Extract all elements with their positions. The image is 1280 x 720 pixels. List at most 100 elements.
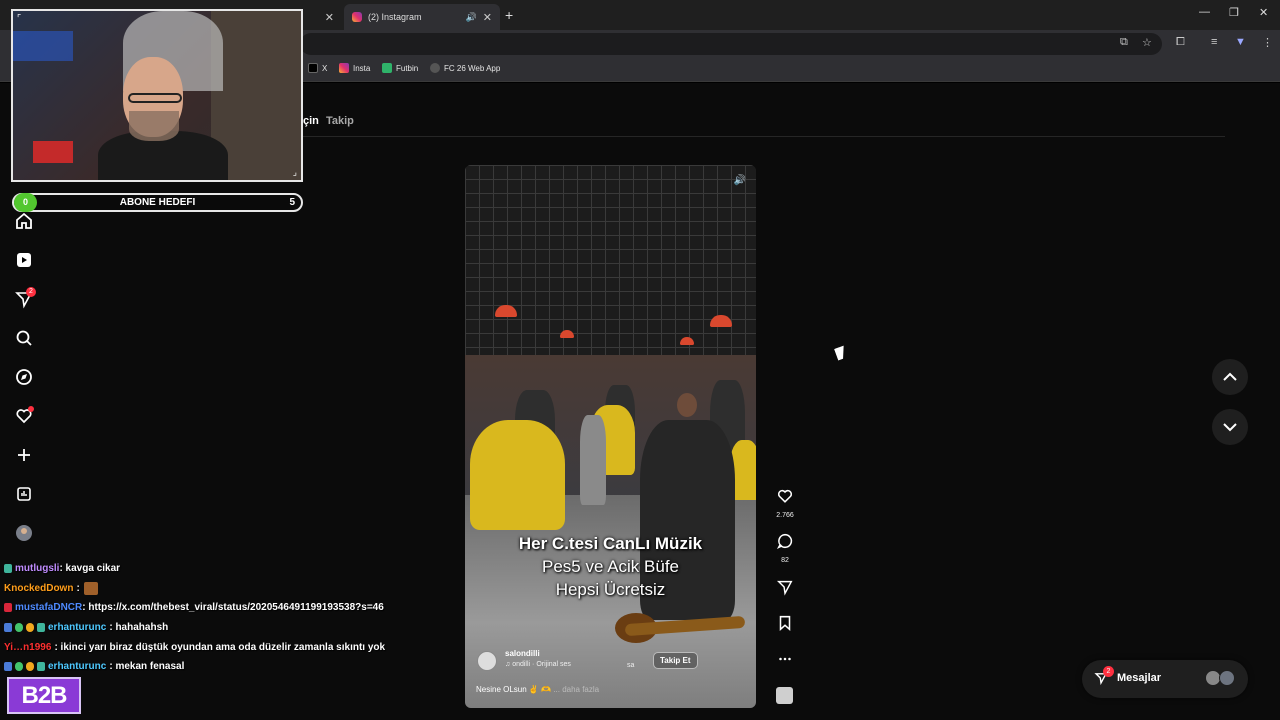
chat-message: mustafaDNCR : https://x.com/thebest_vira… — [4, 599, 384, 615]
bookmark-fc26[interactable]: FC 26 Web App — [430, 63, 500, 73]
chat-username: mutlugsli — [15, 562, 60, 574]
author-avatar[interactable] — [477, 651, 497, 671]
chevron-up-icon — [1223, 372, 1237, 381]
author-username[interactable]: salondilli — [505, 649, 540, 658]
more-link[interactable]: ... daha fazla — [553, 685, 599, 694]
video-lamp — [495, 305, 517, 317]
x-logo-icon — [308, 63, 318, 73]
bookmark-icon — [779, 615, 791, 632]
instagram-favicon-icon — [352, 12, 362, 22]
frame-corner-icon: ⌜ — [17, 13, 22, 23]
audio-track-scroll: sa — [627, 662, 635, 669]
minimize-icon[interactable]: — — [1199, 6, 1210, 18]
profile-avatar[interactable] — [14, 523, 34, 543]
more-options-button[interactable] — [772, 650, 798, 673]
menu-dots-icon[interactable]: ⋮ — [1262, 36, 1273, 49]
tab-for-you[interactable]: çin — [303, 115, 319, 127]
chat-text: : hahahahsh — [109, 621, 169, 633]
bookmark-label: Insta — [353, 63, 371, 73]
browser-tab-instagram[interactable]: (2) Instagram 🔊 ✕ — [344, 4, 500, 30]
close-tab-icon[interactable]: ✕ — [483, 11, 492, 24]
audio-track[interactable]: ♫ ondilli · Orijinal ses — [505, 661, 571, 668]
chat-text: : — [76, 582, 80, 594]
home-icon[interactable] — [14, 211, 34, 231]
previous-reel-button[interactable] — [1212, 359, 1248, 395]
comment-count: 82 — [781, 557, 789, 564]
video-musician-head — [677, 393, 697, 417]
comment-button[interactable]: 82 — [772, 532, 798, 564]
media-control-icon[interactable]: ≡ — [1211, 36, 1217, 48]
webcam-streamer-beard — [129, 111, 179, 141]
chat-username: Yi…n1996 — [4, 641, 52, 653]
webcam-streamer-glasses — [128, 93, 182, 103]
bookmark-label: FC 26 Web App — [444, 63, 501, 73]
chat-message: mutlugsli : kavga cikar — [4, 560, 120, 576]
like-count: 2.766 — [776, 512, 794, 519]
goal-target: 5 — [289, 197, 295, 208]
feed-tabs: çin Takip — [303, 115, 354, 127]
notifications-heart-icon[interactable] — [14, 406, 34, 426]
chat-text: : mekan fenasal — [109, 660, 185, 672]
heart-icon — [777, 489, 793, 503]
chat-badge-icon — [26, 622, 34, 632]
goal-label: ABONE HEDEFI — [119, 197, 196, 208]
messages-label: Mesajlar — [1117, 672, 1162, 684]
address-bar[interactable] — [300, 33, 1162, 55]
close-window-icon[interactable]: ✕ — [1259, 6, 1268, 19]
video-text-overlay: Her C.tesi CanLı Müzik Pes5 ve Acik Büfe… — [465, 532, 756, 601]
audio-thumbnail[interactable] — [776, 687, 793, 704]
new-tab-button[interactable]: + — [505, 7, 513, 23]
video-lamp — [560, 330, 574, 338]
tab-audio-icon[interactable]: 🔊 — [466, 12, 477, 23]
explore-icon[interactable] — [14, 367, 34, 387]
bookmark-x[interactable]: X — [308, 63, 327, 73]
streamer-webcam: ⌜ ⌟ — [11, 9, 303, 182]
share-button[interactable] — [772, 578, 798, 601]
tab-following[interactable]: Takip — [326, 115, 354, 127]
direct-messages-icon[interactable]: 2 — [14, 287, 36, 309]
close-tab-icon[interactable]: ✕ — [325, 11, 334, 24]
install-app-icon[interactable]: ⧉ — [1120, 36, 1128, 49]
dashboard-icon[interactable] — [14, 484, 34, 504]
chat-username: KnockedDown — [4, 582, 74, 594]
follow-button[interactable]: Takip Et — [653, 652, 698, 669]
profile-icon[interactable]: ▼ — [1235, 36, 1246, 48]
bookmark-insta[interactable]: Insta — [339, 63, 370, 73]
overlay-line-3: Hepsi Ücretsiz — [555, 580, 666, 599]
chat-username: erhanturunc — [48, 621, 107, 633]
chat-text: : kavga cikar — [59, 562, 121, 574]
chat-badge-icon — [15, 661, 23, 671]
chat-badge-icon — [4, 661, 12, 671]
chat-badge-icon — [4, 563, 12, 573]
reel-video[interactable]: Her C.tesi CanLı Müzik Pes5 ve Acik Büfe… — [465, 165, 756, 708]
like-button[interactable]: 2.766 — [772, 487, 798, 519]
comment-icon — [776, 533, 793, 549]
next-reel-button[interactable] — [1212, 409, 1248, 445]
chevron-down-icon — [1223, 423, 1237, 432]
extensions-icon[interactable]: ⧠ — [1176, 36, 1185, 49]
maximize-icon[interactable]: ❐ — [1229, 6, 1239, 19]
overlay-line-2: Pes5 ve Acik Büfe — [541, 557, 680, 576]
webcam-background-light — [13, 31, 73, 61]
reels-icon[interactable] — [14, 250, 34, 270]
reel-author: salondilli ♫ ondilli · Orijinal ses sa T… — [477, 649, 747, 679]
bookmark-label: X — [322, 63, 328, 73]
volume-icon[interactable]: 🔊 — [732, 175, 748, 191]
chat-username: erhanturunc — [48, 660, 107, 672]
chat-badge-icon — [37, 661, 45, 671]
bookmark-futbin[interactable]: Futbin — [382, 63, 418, 73]
video-lamp — [710, 315, 732, 327]
messages-button[interactable]: 2 Mesajlar — [1082, 660, 1248, 698]
video-barber-cape — [470, 420, 565, 530]
chat-message: erhanturunc : hahahahsh — [4, 619, 168, 635]
messages-badge: 2 — [1103, 666, 1114, 677]
chat-badge-icon — [4, 622, 12, 632]
chat-text: : ikinci yarı biraz düştük oyundan ama o… — [54, 641, 386, 653]
browser-tab-1[interactable]: ✕ — [300, 4, 342, 30]
chat-badge-icon — [15, 622, 23, 632]
search-icon[interactable] — [14, 328, 34, 348]
create-icon[interactable] — [14, 445, 34, 465]
save-button[interactable] — [772, 614, 798, 637]
more-dots-icon — [779, 657, 791, 661]
bookmark-star-icon[interactable]: ☆ — [1142, 36, 1152, 49]
